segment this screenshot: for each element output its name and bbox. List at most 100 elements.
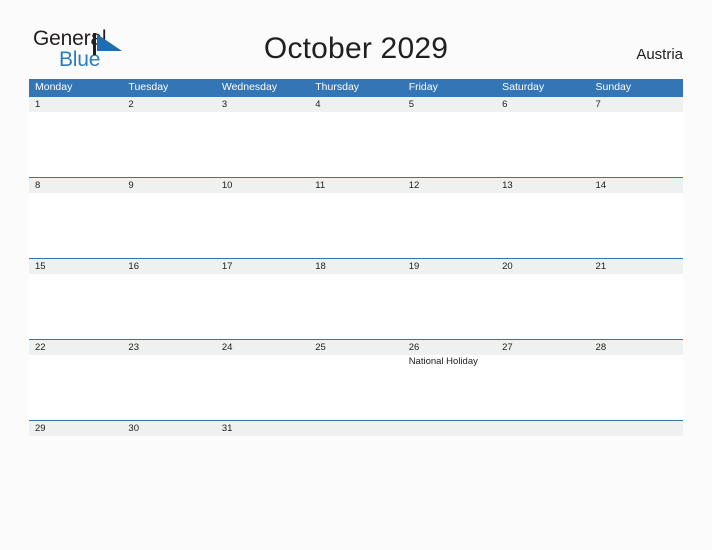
day-event-cell[interactable] [590,355,683,420]
day-cell[interactable]: 7 [590,97,683,112]
week-date-band: 8 9 10 11 12 13 14 [29,178,683,193]
day-cell[interactable]: 3 [216,97,309,112]
weekday-header-wednesday: Wednesday [221,81,278,93]
day-number: 17 [221,261,233,272]
day-number: 9 [128,180,134,191]
day-cell-empty [403,421,496,436]
calendar-week-row: 29 30 31 [29,420,683,436]
day-event-cell[interactable] [590,193,683,258]
day-cell[interactable]: 29 [29,421,122,436]
day-event-cell[interactable] [29,355,122,420]
day-cell[interactable]: 26 [403,340,496,355]
day-number: 10 [221,180,233,191]
day-event-cell[interactable] [309,355,402,420]
day-number: 19 [408,261,420,272]
week-event-area [29,274,683,339]
day-cell[interactable]: 18 [309,259,402,274]
day-event-cell[interactable] [590,274,683,339]
day-cell[interactable]: 4 [309,97,402,112]
day-event-cell[interactable] [29,274,122,339]
day-number: 29 [35,423,46,434]
day-cell[interactable]: 15 [29,259,122,274]
day-cell-empty [309,421,402,436]
day-event-cell[interactable] [122,193,215,258]
day-cell[interactable]: 10 [216,178,309,193]
weekday-header-tuesday: Tuesday [128,81,169,93]
day-cell[interactable]: 28 [590,340,683,355]
page-header: General Blue October 2029 Austria [0,0,712,78]
day-event-cell[interactable] [403,112,496,177]
day-event-cell[interactable] [403,193,496,258]
day-event-cell[interactable] [216,274,309,339]
day-cell[interactable]: 8 [29,178,122,193]
event-label: National Holiday [408,356,478,367]
day-number: 7 [595,99,601,110]
day-event-cell[interactable] [216,355,309,420]
day-event-cell-national-holiday[interactable]: National Holiday [403,355,496,420]
day-event-cell[interactable] [309,193,402,258]
day-cell[interactable]: 25 [309,340,402,355]
day-cell[interactable]: 23 [122,340,215,355]
day-number: 23 [128,342,139,353]
day-event-cell[interactable] [590,112,683,177]
day-event-cell[interactable] [122,274,215,339]
day-event-cell[interactable] [496,112,589,177]
day-event-cell[interactable] [122,355,215,420]
weekday-header-saturday: Saturday [502,81,545,93]
day-cell[interactable]: 24 [216,340,309,355]
weekday-header-sunday: Sunday [595,81,632,93]
calendar-week-row: 1 2 3 4 5 6 7 [29,96,683,177]
day-cell[interactable]: 5 [403,97,496,112]
day-cell[interactable]: 14 [590,178,683,193]
day-event-cell[interactable] [122,112,215,177]
day-number: 22 [35,342,46,353]
day-number: 28 [595,342,607,353]
week-event-area [29,193,683,258]
calendar-week-row: 22 23 24 25 26 27 28 National Holiday [29,339,683,420]
day-event-cell[interactable] [496,274,589,339]
day-number: 4 [315,99,321,110]
day-cell[interactable]: 20 [496,259,589,274]
day-event-cell[interactable] [216,112,309,177]
day-number: 6 [502,99,508,110]
day-event-cell[interactable] [496,355,589,420]
day-event-cell[interactable] [309,112,402,177]
day-number: 21 [595,261,607,272]
day-cell[interactable]: 11 [309,178,402,193]
day-cell[interactable]: 2 [122,97,215,112]
week-date-band: 22 23 24 25 26 27 28 [29,340,683,355]
week-date-band: 29 30 31 [29,421,683,436]
day-cell[interactable]: 22 [29,340,122,355]
day-event-cell[interactable] [29,112,122,177]
day-cell[interactable]: 17 [216,259,309,274]
day-cell[interactable]: 31 [216,421,309,436]
day-cell[interactable]: 19 [403,259,496,274]
day-cell[interactable]: 27 [496,340,589,355]
day-cell[interactable]: 16 [122,259,215,274]
day-event-cell[interactable] [496,193,589,258]
day-cell[interactable]: 9 [122,178,215,193]
week-date-band: 1 2 3 4 5 6 7 [29,97,683,112]
day-cell[interactable]: 21 [590,259,683,274]
week-event-area [29,112,683,177]
day-cell[interactable]: 13 [496,178,589,193]
day-number: 20 [502,261,513,272]
day-number: 30 [128,423,139,434]
day-number: 25 [315,342,326,353]
day-event-cell[interactable] [309,274,402,339]
day-event-cell[interactable] [29,193,122,258]
day-number: 24 [221,342,233,353]
day-event-cell[interactable] [216,193,309,258]
week-date-band: 15 16 17 18 19 20 21 [29,259,683,274]
weekday-header-monday: Monday [35,81,73,93]
calendar-table: Monday Tuesday Wednesday Thursday Friday… [29,79,683,436]
day-number: 11 [315,180,326,191]
day-cell[interactable]: 12 [403,178,496,193]
day-number: 2 [128,99,134,110]
day-cell[interactable]: 1 [29,97,122,112]
day-number: 31 [221,423,233,434]
day-cell[interactable]: 30 [122,421,215,436]
day-number: 3 [221,99,228,110]
day-cell[interactable]: 6 [496,97,589,112]
day-event-cell[interactable] [403,274,496,339]
